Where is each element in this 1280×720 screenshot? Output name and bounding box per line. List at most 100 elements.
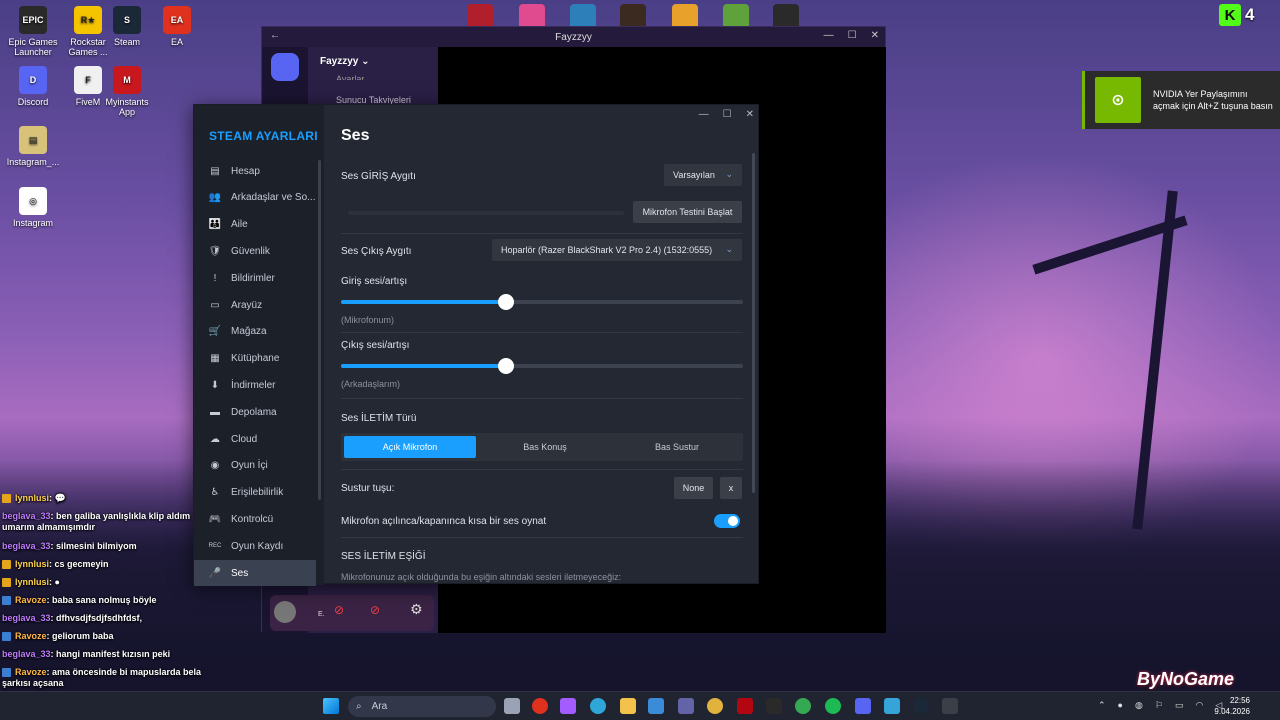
sidebar-item[interactable]: ☁ Cloud	[194, 426, 316, 452]
user-avatar[interactable]	[274, 601, 296, 623]
sidebar-item[interactable]: 👪 Aile	[194, 212, 316, 238]
sidebar-item-label: Oyun Kaydı	[231, 540, 284, 552]
channel-settings-partial[interactable]: Ayarlar	[336, 74, 364, 80]
discord-icon[interactable]	[855, 698, 871, 714]
desktop-icon[interactable]: D Discord	[4, 66, 62, 107]
chat-badge-icon	[2, 578, 11, 588]
maximize-icon[interactable]: ☐	[848, 30, 857, 41]
sidebar-item[interactable]: 👥 Arkadaşlar ve So...	[194, 185, 316, 211]
network-icon[interactable]: ◠	[1195, 700, 1203, 711]
transmit-type-label: Ses İLETİM Türü	[341, 413, 417, 424]
transmit-option-open-mic[interactable]: Açık Mikrofon	[344, 436, 476, 458]
copilot-icon[interactable]	[560, 698, 576, 714]
sidebar-item[interactable]: ⬇ İndirmeler	[194, 372, 316, 398]
chat-username: beglava_33	[2, 649, 51, 659]
mic-sound-toggle[interactable]	[714, 514, 740, 528]
close-icon[interactable]: ✕	[871, 30, 879, 41]
chat-username: beglava_33	[2, 541, 51, 551]
page-title: Ses	[341, 127, 370, 144]
edge-icon[interactable]	[590, 698, 606, 714]
transmit-type-selector: Açık Mikrofon Bas Konuş Bas Sustur	[341, 433, 743, 461]
bynogame-watermark: ByNoGame	[1137, 669, 1235, 689]
sidebar-item[interactable]: ▦ Kütüphane	[194, 346, 316, 372]
mute-key-button[interactable]: None	[674, 477, 713, 499]
output-volume-slider[interactable]	[341, 358, 743, 374]
nvidia-toast[interactable]: ⊙ NVIDIA Yer Paylaşımını açmak için Alt+…	[1082, 71, 1280, 129]
sidebar-item-label: Ses	[231, 567, 249, 579]
slider-knob[interactable]	[497, 358, 514, 374]
chat-badge-icon	[2, 596, 11, 606]
desktop-icon[interactable]: ◎ Instagram	[4, 187, 62, 228]
output-device-label: Ses Çıkış Aygıtı	[341, 246, 412, 257]
sidebar-item[interactable]: ▬ Depolama	[194, 399, 316, 425]
app-icon[interactable]	[884, 698, 900, 714]
sidebar-icon: 👥	[208, 192, 222, 204]
desktop-icon-label: Myinstants App	[105, 97, 149, 117]
sidebar-item[interactable]: 🛒 Mağaza	[194, 319, 316, 345]
minimize-icon[interactable]: —	[824, 30, 834, 41]
app-icon[interactable]	[942, 698, 958, 714]
taskbar-clock[interactable]: 22:56 9.04.2026	[1214, 695, 1250, 717]
transmit-option-push-to-talk[interactable]: Bas Konuş	[479, 433, 611, 461]
steam-settings-header: STEAM AYARLARI	[209, 129, 318, 143]
sidebar-icon: ▬	[210, 406, 220, 418]
tray-app-icon[interactable]: ●	[1118, 700, 1123, 711]
chevron-up-icon[interactable]: ⌃	[1098, 700, 1106, 711]
mute-key-clear-button[interactable]: x	[720, 477, 742, 499]
spotify-icon[interactable]	[825, 698, 841, 714]
sidebar-scrollbar[interactable]	[318, 160, 321, 500]
sidebar-item-label: Bildirimler	[231, 272, 275, 284]
taskbar-search[interactable]: ⌕ Ara	[348, 696, 496, 717]
minimize-icon[interactable]: —	[699, 109, 709, 120]
tray-app-icon[interactable]: ⚐	[1155, 700, 1163, 711]
sidebar-item[interactable]: ! Bildirimler	[194, 265, 316, 291]
tray-app-icon[interactable]: ▭	[1175, 700, 1184, 711]
transmit-option-push-to-mute[interactable]: Bas Sustur	[611, 433, 743, 461]
sidebar-item[interactable]: ◉ Oyun İçi	[194, 453, 316, 479]
desktop-icon[interactable]: EPIC Epic Games Launcher	[4, 6, 62, 57]
mute-mic-icon[interactable]: ⊘	[334, 603, 344, 617]
deafen-icon[interactable]: ⊘	[370, 603, 380, 617]
start-button-icon[interactable]	[323, 698, 339, 714]
output-device-dropdown[interactable]: Hoparlör (Razer BlackShark V2 Pro 2.4) (…	[492, 239, 742, 261]
steam-icon[interactable]	[913, 698, 929, 714]
chat-badge-icon	[2, 668, 11, 678]
desktop-icon-label: Epic Games Launcher	[8, 37, 58, 57]
input-device-dropdown[interactable]: Varsayılan ⌄	[664, 164, 742, 186]
settings-gear-icon[interactable]: ⚙	[410, 601, 423, 618]
app-icon: S	[113, 6, 141, 34]
discord-home-icon[interactable]	[271, 53, 299, 81]
task-view-icon[interactable]	[504, 698, 520, 714]
ea-app-icon[interactable]	[532, 698, 548, 714]
main-scrollbar[interactable]	[752, 153, 755, 493]
desktop-icon[interactable]: EA EA	[148, 6, 206, 47]
slider-knob[interactable]	[497, 294, 514, 310]
store-icon[interactable]	[648, 698, 664, 714]
desktop-icon-label: Instagram_...	[6, 157, 60, 167]
chrome-icon[interactable]	[795, 698, 811, 714]
chrome-icon[interactable]	[707, 698, 723, 714]
sidebar-item[interactable]: ▭ Arayüz	[194, 292, 316, 318]
mic-test-button[interactable]: Mikrofon Testini Başlat	[633, 201, 742, 223]
back-arrow-icon[interactable]: ←	[270, 30, 280, 41]
sidebar-item[interactable]: ▤ Hesap	[194, 158, 316, 184]
chat-username: lynnlusi	[15, 493, 50, 503]
clock-time: 22:56	[1229, 696, 1250, 705]
close-icon[interactable]: ✕	[746, 109, 754, 120]
teams-icon[interactable]	[678, 698, 694, 714]
app-icon[interactable]	[766, 698, 782, 714]
tray-app-icon[interactable]: ◍	[1135, 700, 1143, 711]
input-volume-slider[interactable]	[341, 294, 743, 310]
sidebar-item[interactable]: 🛡 Güvenlik	[194, 238, 316, 264]
divider	[341, 398, 743, 399]
steam-main-panel: — ☐ ✕ Ses Ses GİRİŞ Aygıtı Varsayılan ⌄ M…	[324, 105, 760, 585]
mute-key-label: Sustur tuşu:	[341, 483, 395, 494]
desktop-icon[interactable]: M Myinstants App	[98, 66, 156, 117]
maximize-icon[interactable]: ☐	[723, 109, 732, 120]
chat-text: : geliorum baba	[46, 631, 114, 641]
sidebar-item-label: Oyun İçi	[231, 460, 268, 472]
desktop-icon[interactable]: ▤ Instagram_...	[4, 126, 62, 167]
netflix-icon[interactable]	[737, 698, 753, 714]
server-name[interactable]: Fayzzyy ⌄	[320, 56, 370, 67]
file-explorer-icon[interactable]	[620, 698, 636, 714]
